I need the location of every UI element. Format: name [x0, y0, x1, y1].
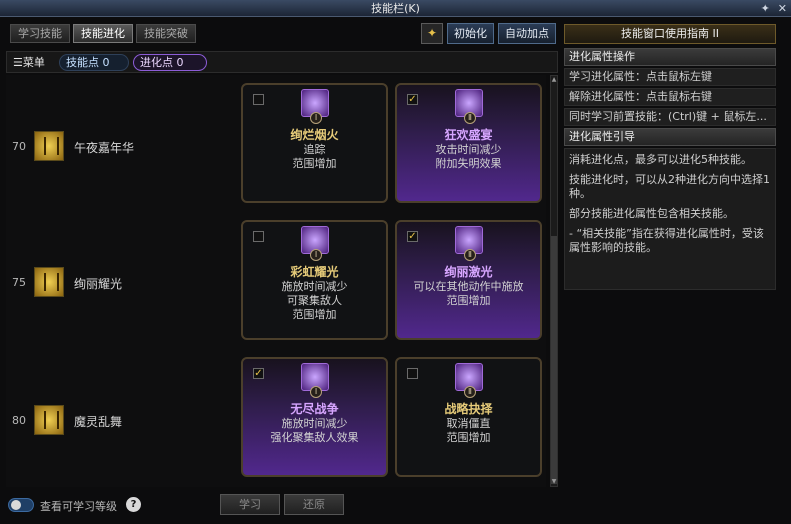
toggle-label: 查看可学习等级 [40, 500, 117, 513]
guide-paragraph: 技能进化时，可以从2种进化方向中选择1种。 [569, 173, 770, 200]
skill-icon[interactable] [34, 405, 64, 435]
learn-button[interactable]: 学习 [220, 494, 280, 515]
option-checkbox-checked[interactable]: ✓ [407, 231, 418, 242]
auto-assign-button[interactable]: 自动加点 [498, 23, 556, 44]
evolution-option-card[interactable]: Ⅱ 战略抉择 取消僵直 范围增加 [395, 357, 542, 477]
guide-line: 解除进化属性：点击鼠标右键 [564, 88, 776, 106]
roman-numeral-badge: Ⅱ [464, 386, 476, 398]
option-title: 无尽战争 [290, 402, 339, 416]
option-checkbox-checked[interactable]: ✓ [407, 94, 418, 105]
restore-button[interactable]: 还原 [284, 494, 344, 515]
guide-text-box: 消耗进化点，最多可以进化5种技能。 技能进化时，可以从2种进化方向中选择1种。 … [564, 148, 776, 290]
guide-section-operations: 进化属性操作 [564, 48, 776, 66]
quick-skill-icon-button[interactable]: ✦ [421, 23, 443, 44]
scroll-down-icon[interactable]: ▼ [551, 478, 557, 486]
tab-skill-breakthrough[interactable]: 技能突破 [136, 24, 196, 43]
option-description: 取消僵直 范围增加 [446, 417, 491, 444]
roman-numeral-badge: Ⅱ [464, 112, 476, 124]
evolution-points-badge: 进化点 0 [133, 54, 207, 71]
guide-panel: 技能窗口使用指南 II 进化属性操作 学习进化属性：点击鼠标左键 解除进化属性：… [564, 20, 786, 290]
roman-numeral-badge: Ⅰ [310, 249, 322, 261]
skill-points-badge: 技能点 0 [59, 54, 129, 71]
close-icon[interactable]: ✕ [778, 0, 787, 17]
roman-numeral-badge: Ⅰ [310, 112, 322, 124]
menu-bar: ☰菜单 技能点 0 进化点 0 [6, 51, 558, 73]
option-title: 彩虹耀光 [290, 265, 339, 279]
guide-title: 技能窗口使用指南 II [564, 24, 776, 44]
skill-name: 绚丽耀光 [74, 277, 123, 291]
option-checkbox[interactable] [253, 231, 264, 242]
option-checkbox[interactable] [407, 368, 418, 379]
guide-paragraph: - “相关技能”指在获得进化属性时，受该属性影响的技能。 [569, 227, 764, 254]
evolution-option-card[interactable]: ✓ Ⅱ 狂欢盛宴 攻击时间减少 附加失明效果 [395, 83, 542, 203]
scrollbar[interactable]: ▲ ▼ [550, 75, 558, 487]
roman-numeral-badge: Ⅰ [310, 386, 322, 398]
option-description: 施放时间减少 强化聚集敌人效果 [270, 417, 359, 444]
evolution-option-card[interactable]: Ⅰ 彩虹耀光 施放时间减少 可聚集敌人 范围增加 [241, 220, 388, 340]
evolution-option-card[interactable]: ✓ Ⅱ 绚丽激光 可以在其他动作中施放 范围增加 [395, 220, 542, 340]
skill-row: 75 绚丽耀光 Ⅰ 彩虹耀光 施放时间减少 可聚集敌人 范围增加 ✓ Ⅱ 绚丽激… [6, 212, 546, 349]
skill-list: 70 午夜嘉年华 Ⅰ 绚烂烟火 追踪 范围增加 ✓ Ⅱ 狂欢盛宴 攻击时间减少 [6, 75, 546, 487]
pin-icon[interactable]: ✦ [761, 0, 770, 17]
option-description: 追踪 范围增加 [292, 143, 337, 170]
skill-name: 午夜嘉年华 [74, 141, 135, 155]
option-title: 狂欢盛宴 [444, 128, 493, 142]
option-title: 绚丽激光 [444, 265, 493, 279]
skill-icon[interactable] [34, 131, 64, 161]
skill-icon[interactable] [34, 267, 64, 297]
skill-level: 75 [12, 276, 26, 289]
roman-numeral-badge: Ⅱ [464, 249, 476, 261]
tab-bar: 学习技能 技能进化 技能突破 [10, 24, 196, 43]
skill-panel: 学习技能 技能进化 技能突破 ✦ 初始化 自动加点 ☰菜单 技能点 0 进化点 … [6, 20, 558, 520]
toolbar: ✦ 初始化 自动加点 [421, 23, 556, 44]
scrollbar-thumb[interactable] [551, 236, 557, 484]
reset-button[interactable]: 初始化 [447, 23, 494, 44]
option-title: 绚烂烟火 [290, 128, 339, 142]
guide-line: 学习进化属性：点击鼠标左键 [564, 68, 776, 86]
skill-row: 70 午夜嘉年华 Ⅰ 绚烂烟火 追踪 范围增加 ✓ Ⅱ 狂欢盛宴 攻击时间减少 [6, 75, 546, 212]
skill-level: 80 [12, 414, 26, 427]
evolution-option-card[interactable]: Ⅰ 绚烂烟火 追踪 范围增加 [241, 83, 388, 203]
option-checkbox-checked[interactable]: ✓ [253, 368, 264, 379]
guide-section-guidance: 进化属性引导 [564, 128, 776, 146]
option-title: 战略抉择 [444, 402, 493, 416]
skill-level: 70 [12, 140, 26, 153]
option-checkbox[interactable] [253, 94, 264, 105]
guide-paragraph: 消耗进化点，最多可以进化5种技能。 [569, 153, 752, 166]
option-description: 可以在其他动作中施放 范围增加 [413, 280, 524, 307]
guide-line: 同时学习前置技能：(Ctrl)键 + 鼠标左... [564, 108, 776, 126]
show-learnable-level-toggle[interactable] [8, 498, 34, 512]
guide-paragraph: 部分技能进化属性包含相关技能。 [569, 207, 734, 220]
tab-learn-skills[interactable]: 学习技能 [10, 24, 70, 43]
window-title: 技能栏(K) [371, 2, 420, 15]
help-icon[interactable]: ? [126, 497, 141, 512]
scroll-up-icon[interactable]: ▲ [551, 76, 557, 84]
option-description: 施放时间减少 可聚集敌人 范围增加 [281, 280, 348, 321]
menu-button[interactable]: ☰菜单 [13, 54, 45, 70]
window-titlebar: 技能栏(K) ✦ ✕ [0, 0, 791, 17]
tab-skill-evolution[interactable]: 技能进化 [73, 24, 133, 43]
option-description: 攻击时间减少 附加失明效果 [435, 143, 502, 170]
bottom-bar: 查看可学习等级 ? 学习 还原 [6, 494, 558, 520]
skill-row: 80 魔灵乱舞 ✓ Ⅰ 无尽战争 施放时间减少 强化聚集敌人效果 Ⅱ 战略抉择 [6, 349, 546, 487]
skill-name: 魔灵乱舞 [74, 415, 123, 429]
evolution-option-card[interactable]: ✓ Ⅰ 无尽战争 施放时间减少 强化聚集敌人效果 [241, 357, 388, 477]
